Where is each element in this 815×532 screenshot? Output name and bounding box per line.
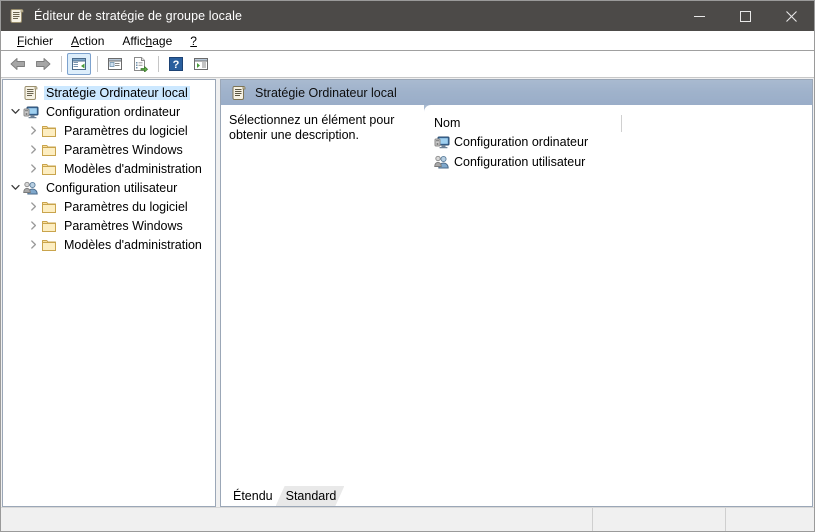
tab-left-edge [219,486,229,506]
folder-icon [41,142,57,158]
back-icon[interactable] [6,53,30,75]
forward-icon[interactable] [31,53,55,75]
tab-right-edge [339,486,349,506]
app-window: Éditeur de stratégie de groupe locale Fi… [0,0,815,532]
export-list-icon[interactable] [128,53,152,75]
tree-item-software-settings-user[interactable]: Paramètres du logiciel [3,197,215,216]
toolbar: ? [1,51,814,78]
tree-item-windows-settings-computer[interactable]: Paramètres Windows [3,140,215,159]
user-config-icon [434,154,450,170]
policy-scroll-icon [9,8,25,24]
tree-item-software-settings-computer[interactable]: Paramètres du logiciel [3,121,215,140]
folder-icon [41,123,57,139]
svg-text:?: ? [173,59,180,71]
window-controls [676,1,814,31]
tree-item-label: Paramètres du logiciel [64,199,188,214]
tree-item-admin-templates-user[interactable]: Modèles d'administration [3,235,215,254]
chevron-right-icon[interactable] [25,126,41,135]
tree-item-user-configuration[interactable]: Configuration utilisateur [3,178,215,197]
status-cell-3 [726,508,814,531]
list-column-headers: Nom [424,113,812,132]
menu-item-affichage[interactable]: Affichage [113,33,181,49]
folder-icon [41,218,57,234]
menu-bar: Fichier Action Affichage ? [1,31,814,51]
column-header-nom[interactable]: Nom [434,116,460,130]
view-tabs: Étendu Standard [221,483,812,506]
chevron-down-icon[interactable] [7,107,23,116]
status-bar [1,507,814,531]
description-text: Sélectionnez un élément pour obtenir une… [229,113,395,142]
toolbar-separator [158,56,159,72]
results-pane-title: Stratégie Ordinateur local [255,85,397,100]
tree-item-label: Modèles d'administration [64,237,202,252]
chevron-right-icon[interactable] [25,202,41,211]
tab-label: Standard [285,489,337,503]
list-item[interactable]: Configuration ordinateur [424,132,812,152]
tree-item-computer-configuration[interactable]: Configuration ordinateur [3,102,215,121]
menu-item-action[interactable]: Action [62,33,113,49]
tree-item-label: Stratégie Ordinateur local [44,85,190,100]
main-content: Stratégie Ordinateur local Configuration… [1,78,814,507]
show-detail-pane-icon[interactable] [189,53,213,75]
chevron-right-icon[interactable] [25,164,41,173]
computer-config-icon [23,104,39,120]
tree-item-label: Paramètres Windows [64,218,183,233]
menu-item-help[interactable]: ? [181,33,206,49]
list-item-label: Configuration ordinateur [454,135,589,149]
minimize-button[interactable] [676,1,722,31]
list-item[interactable]: Configuration utilisateur [424,152,812,172]
chevron-down-icon[interactable] [7,183,23,192]
help-icon[interactable]: ? [164,53,188,75]
chevron-right-icon[interactable] [25,221,41,230]
properties-icon[interactable] [103,53,127,75]
results-pane-header: Stratégie Ordinateur local [221,80,812,105]
window-title: Éditeur de stratégie de groupe locale [34,9,243,23]
toolbar-separator [97,56,98,72]
tree-item-windows-settings-user[interactable]: Paramètres Windows [3,216,215,235]
close-button[interactable] [768,1,814,31]
chevron-right-icon[interactable] [25,240,41,249]
folder-icon [41,199,57,215]
folder-icon [41,161,57,177]
tab-etendu[interactable]: Étendu [223,486,281,506]
folder-icon [41,237,57,253]
tree-item-label: Modèles d'administration [64,161,202,176]
tree-item-local-computer-policy[interactable]: Stratégie Ordinateur local [3,83,215,102]
status-cell-2 [593,508,726,531]
status-cell-1 [1,508,593,531]
tree-item-label: Paramètres Windows [64,142,183,157]
toolbar-separator [61,56,62,72]
console-tree-pane[interactable]: Stratégie Ordinateur local Configuration… [2,79,216,507]
tab-standard[interactable]: Standard [276,486,345,506]
title-bar[interactable]: Éditeur de stratégie de groupe locale [1,1,814,31]
maximize-button[interactable] [722,1,768,31]
tree-item-label: Paramètres du logiciel [64,123,188,138]
results-pane: Stratégie Ordinateur local Sélectionnez … [220,79,813,507]
tree-item-admin-templates-computer[interactable]: Modèles d'administration [3,159,215,178]
tab-label: Étendu [233,489,273,503]
policy-scroll-icon [231,85,247,101]
items-list-column[interactable]: Nom Configuration ordinateur Configurati… [424,105,812,483]
computer-config-icon [434,134,450,150]
user-config-icon [23,180,39,196]
show-hide-tree-icon[interactable] [67,53,91,75]
menu-item-fichier[interactable]: Fichier [8,33,62,49]
tree-item-label: Configuration utilisateur [46,180,178,195]
results-pane-body: Sélectionnez un élément pour obtenir une… [221,105,812,483]
description-column: Sélectionnez un élément pour obtenir une… [221,105,424,483]
tree-item-label: Configuration ordinateur [46,104,181,119]
column-divider[interactable] [621,115,622,132]
list-item-label: Configuration utilisateur [454,155,586,169]
chevron-right-icon[interactable] [25,145,41,154]
policy-scroll-icon [23,85,39,101]
